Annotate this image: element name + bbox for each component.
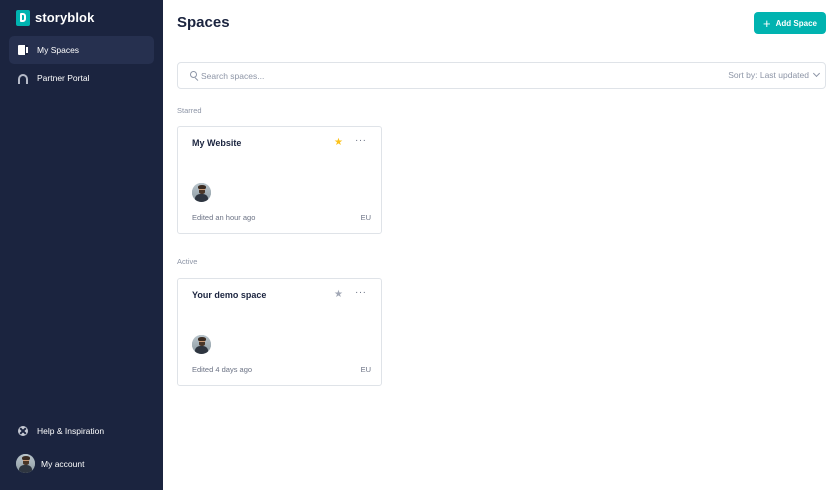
partner-portal-icon xyxy=(18,74,28,84)
sort-label: Sort by: Last updated xyxy=(728,70,809,80)
space-name: My Website xyxy=(192,138,242,148)
avatar xyxy=(192,183,211,202)
storyblok-logo-icon xyxy=(16,9,30,26)
sidebar-item-label: Partner Portal xyxy=(37,73,90,83)
edited-time: Edited an hour ago xyxy=(192,213,256,222)
section-label-starred: Starred xyxy=(177,106,202,115)
logo-text: storyblok xyxy=(35,10,95,25)
star-icon[interactable]: ★ xyxy=(334,138,343,148)
space-name: Your demo space xyxy=(192,290,267,300)
avatar xyxy=(16,454,35,473)
chevron-down-icon xyxy=(812,69,821,78)
region-badge: EU xyxy=(360,213,371,222)
region-badge: EU xyxy=(360,365,371,374)
star-icon[interactable]: ★ xyxy=(334,290,343,300)
sidebar: storyblok My Spaces Partner Portal Help … xyxy=(0,0,163,490)
space-card[interactable]: Your demo space ★ ··· Edited 4 days ago … xyxy=(177,278,382,386)
more-options-icon[interactable]: ··· xyxy=(355,288,367,298)
space-card[interactable]: My Website ★ ··· Edited an hour ago EU xyxy=(177,126,382,234)
sidebar-item-label: My Spaces xyxy=(37,45,80,55)
add-space-button[interactable]: + Add Space xyxy=(754,12,826,34)
my-account-link[interactable]: My account xyxy=(16,454,84,473)
search-icon xyxy=(190,71,197,78)
sidebar-item-partner-portal[interactable]: Partner Portal xyxy=(9,64,154,92)
plus-icon: + xyxy=(763,15,771,31)
help-inspiration-link[interactable]: Help & Inspiration xyxy=(18,426,104,436)
more-options-icon[interactable]: ··· xyxy=(355,136,367,146)
sidebar-item-my-spaces[interactable]: My Spaces xyxy=(9,36,154,64)
edited-time: Edited 4 days ago xyxy=(192,365,253,374)
add-space-label: Add Space xyxy=(775,18,817,28)
search-bar: Sort by: Last updated xyxy=(177,62,826,89)
storyblok-logo[interactable]: storyblok xyxy=(16,9,94,26)
spaces-icon xyxy=(18,45,28,55)
help-label: Help & Inspiration xyxy=(37,426,105,436)
search-input[interactable] xyxy=(201,67,501,85)
main-content: Spaces + Add Space Sort by: Last updated… xyxy=(163,0,840,490)
help-icon xyxy=(18,426,28,436)
avatar xyxy=(192,335,211,354)
section-label-active: Active xyxy=(177,257,198,266)
sort-dropdown[interactable]: Sort by: Last updated xyxy=(728,69,821,80)
page-title: Spaces xyxy=(177,14,230,31)
account-label: My account xyxy=(41,458,85,469)
